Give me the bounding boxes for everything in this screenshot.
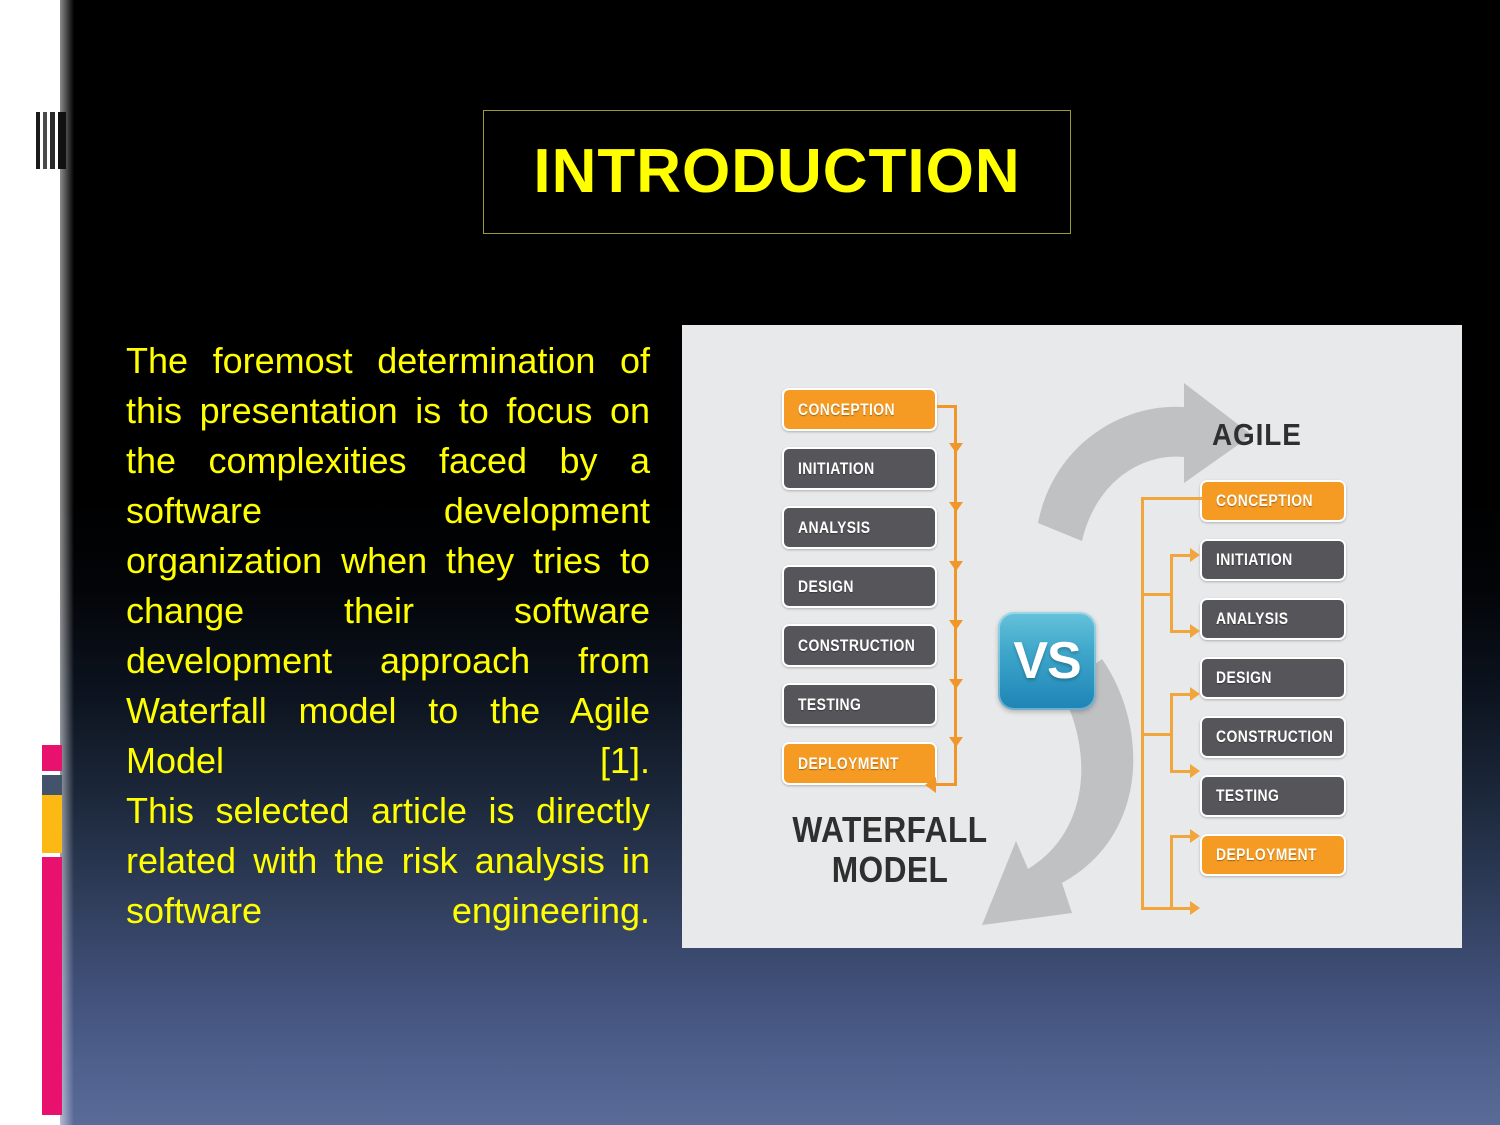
- waterfall-caption-line-2: MODEL: [831, 849, 949, 890]
- agile-stage-list: CONCEPTION INITIATION ANALYSIS DESIGN CO…: [1200, 480, 1346, 893]
- agile-stage-initiation: INITIATION: [1200, 539, 1346, 581]
- stage-label: CONSTRUCTION: [798, 635, 916, 655]
- agile-arrow-deployment-icon: [1190, 901, 1200, 915]
- slide-title-box: INTRODUCTION: [483, 110, 1071, 234]
- agile-branch-3-arm-a: [1170, 835, 1192, 838]
- waterfall-arrow-1-icon: [949, 443, 963, 453]
- agile-branch-1-stem: [1141, 593, 1173, 596]
- waterfall-stage-conception: CONCEPTION: [782, 388, 937, 431]
- tick-bar-2: [43, 112, 47, 169]
- agile-stage-testing: TESTING: [1200, 775, 1346, 817]
- waterfall-connector-bottom: [935, 783, 957, 786]
- agile-stage-conception: CONCEPTION: [1200, 480, 1346, 522]
- stage-label: TESTING: [1216, 786, 1280, 805]
- stage-label: DESIGN: [1216, 668, 1272, 687]
- waterfall-caption-line-1: WATERFALL: [792, 809, 988, 850]
- waterfall-arrow-5-icon: [949, 679, 963, 689]
- waterfall-stage-list: CONCEPTION INITIATION ANALYSIS DESIGN CO…: [782, 388, 937, 801]
- stage-label: DEPLOYMENT: [1216, 845, 1317, 864]
- waterfall-connector-rail: [954, 405, 957, 785]
- slide-canvas: INTRODUCTION The foremost determination …: [0, 0, 1500, 1125]
- waterfall-arrow-6-icon: [949, 737, 963, 747]
- agile-branch-2-arm-b: [1170, 770, 1192, 773]
- agile-branch-3-riser: [1170, 835, 1173, 910]
- agile-stage-deployment: DEPLOYMENT: [1200, 834, 1346, 876]
- body-paragraph-2-text: This selected article is directly relate…: [126, 790, 650, 931]
- waterfall-vs-agile-diagram: CONCEPTION INITIATION ANALYSIS DESIGN CO…: [682, 325, 1462, 948]
- waterfall-stage-initiation: INITIATION: [782, 447, 937, 490]
- tick-marks-decoration: [36, 112, 66, 169]
- waterfall-stage-testing: TESTING: [782, 683, 937, 726]
- agile-branch-3-stem: [1141, 907, 1173, 910]
- agile-stage-design: DESIGN: [1200, 657, 1346, 699]
- waterfall-arrow-4-icon: [949, 620, 963, 630]
- body-paragraph-1-text: The foremost determination of this prese…: [126, 340, 650, 781]
- agile-connector-rail: [1141, 497, 1144, 907]
- agile-branch-1-riser: [1170, 554, 1173, 632]
- stage-label: ANALYSIS: [1216, 609, 1289, 628]
- agile-branch-1-arm-a: [1170, 554, 1192, 557]
- agile-branch-2-arm-a: [1170, 693, 1192, 696]
- stage-label: TESTING: [798, 694, 862, 714]
- agile-heading: AGILE: [1212, 417, 1302, 452]
- page-title: INTRODUCTION: [533, 137, 1021, 206]
- accent-segment-pink-long: [42, 857, 62, 1115]
- agile-arrow-testing-icon: [1190, 829, 1200, 843]
- agile-branch-2-stem: [1141, 733, 1173, 736]
- agile-connector-conception: [1141, 497, 1203, 500]
- agile-branch-2-riser: [1170, 693, 1173, 773]
- agile-arrow-design-icon: [1190, 687, 1200, 701]
- stage-label: DEPLOYMENT: [798, 753, 899, 773]
- stage-label: INITIATION: [1216, 550, 1293, 569]
- waterfall-arrow-deployment-icon: [925, 777, 936, 793]
- agile-stage-analysis: ANALYSIS: [1200, 598, 1346, 640]
- waterfall-stage-construction: CONSTRUCTION: [782, 624, 937, 667]
- waterfall-arrow-2-icon: [949, 502, 963, 512]
- vs-badge: VS: [998, 612, 1096, 710]
- waterfall-stage-analysis: ANALYSIS: [782, 506, 937, 549]
- waterfall-arrow-3-icon: [949, 561, 963, 571]
- body-paragraph-2: This selected article is directly relate…: [126, 786, 650, 986]
- stage-label: ANALYSIS: [798, 517, 871, 537]
- agile-stage-construction: CONSTRUCTION: [1200, 716, 1346, 758]
- accent-segment-pink-top: [42, 745, 62, 771]
- stage-label: CONCEPTION: [1216, 491, 1314, 510]
- stage-label: DESIGN: [798, 576, 854, 596]
- waterfall-stage-deployment: DEPLOYMENT: [782, 742, 937, 785]
- tick-bar-3: [50, 112, 55, 169]
- agile-arrow-analysis-icon: [1190, 624, 1200, 638]
- stage-label: CONSTRUCTION: [1216, 727, 1334, 746]
- tick-bar-4: [58, 112, 66, 169]
- stage-label: INITIATION: [798, 458, 875, 478]
- accent-segment-gold: [42, 795, 62, 853]
- agile-branch-3-arm-b: [1170, 907, 1192, 910]
- agile-arrow-initiation-icon: [1190, 548, 1200, 562]
- stage-label: CONCEPTION: [798, 399, 896, 419]
- agile-branch-1-arm-b: [1170, 630, 1192, 633]
- body-paragraph-1: The foremost determination of this prese…: [126, 336, 650, 836]
- waterfall-model-caption: WATERFALL MODEL: [760, 810, 1020, 890]
- tick-bar-1: [36, 112, 40, 169]
- agile-arrow-construction-icon: [1190, 764, 1200, 778]
- waterfall-stage-design: DESIGN: [782, 565, 937, 608]
- vs-label: VS: [1013, 632, 1081, 690]
